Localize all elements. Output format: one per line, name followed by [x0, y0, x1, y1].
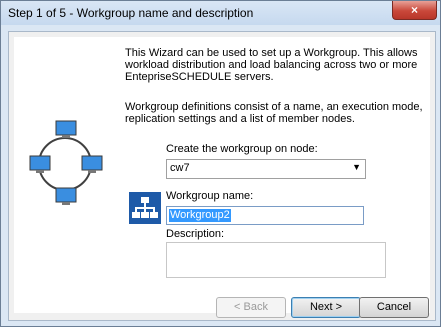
next-button[interactable]: Next > [291, 297, 361, 318]
back-button[interactable]: < Back [216, 297, 286, 318]
wizard-page: This Wizard can be used to set up a Work… [14, 37, 430, 318]
button-row: < Back Next > Cancel [14, 297, 430, 319]
workgroup-name-label: Workgroup name: [166, 190, 254, 202]
workgroup-icon [129, 192, 161, 224]
node-select[interactable]: cw7 ▼ [166, 159, 366, 179]
computer-icon [81, 155, 103, 173]
chevron-down-icon: ▼ [352, 162, 361, 172]
computer-icon [55, 120, 77, 138]
window-title: Step 1 of 5 - Workgroup name and descrip… [8, 6, 254, 20]
computer-icon [55, 187, 77, 205]
description-label: Description: [166, 228, 225, 240]
workgroup-name-input[interactable]: Workgroup2 [166, 206, 364, 225]
workgroup-network-icon [29, 120, 103, 205]
computer-icon [29, 155, 51, 173]
definition-text: Workgroup definitions consist of a name,… [125, 101, 423, 125]
close-icon: × [410, 3, 418, 17]
cancel-button[interactable]: Cancel [359, 297, 429, 318]
client-area: This Wizard can be used to set up a Work… [8, 31, 436, 321]
node-label: Create the workgroup on node: [166, 143, 318, 155]
workgroup-name-value: Workgroup2 [169, 209, 231, 222]
title-bar: Step 1 of 5 - Workgroup name and descrip… [1, 1, 440, 25]
close-button[interactable]: × [392, 1, 437, 20]
intro-text: This Wizard can be used to set up a Work… [125, 47, 418, 83]
description-field[interactable] [166, 242, 386, 278]
wizard-window: Step 1 of 5 - Workgroup name and descrip… [0, 0, 441, 327]
node-select-value: cw7 [170, 162, 190, 174]
